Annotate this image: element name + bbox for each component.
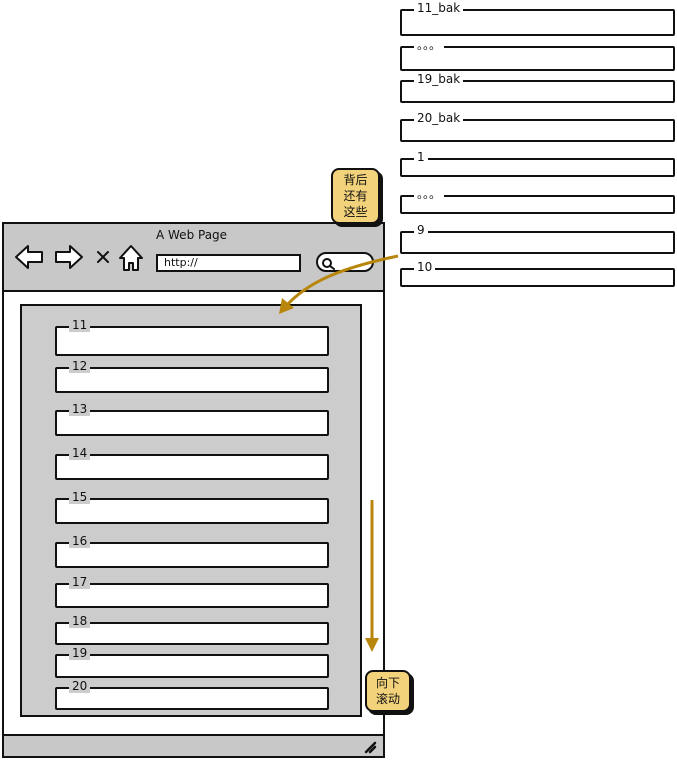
list-item: 13	[55, 402, 329, 436]
forward-arrow-icon[interactable]	[54, 244, 84, 270]
field-label: 10	[414, 260, 436, 274]
callout-behind: 背后 还有 这些	[331, 168, 380, 224]
close-icon[interactable]	[96, 250, 110, 264]
field-box	[400, 268, 675, 287]
field-label: 14	[69, 446, 91, 460]
url-input[interactable]: http://	[156, 254, 301, 272]
field-box	[55, 687, 329, 710]
list-item: 20	[55, 679, 329, 710]
list-item: 11	[55, 318, 329, 356]
list-item: 19	[55, 646, 329, 678]
list-item: 15	[55, 490, 329, 524]
field-box	[55, 410, 329, 436]
list-item: 16	[55, 534, 329, 568]
note-line: 向下	[375, 676, 400, 690]
field-label: 16	[69, 534, 91, 548]
list-item: 17	[55, 575, 329, 608]
field-box	[55, 622, 329, 645]
field-box	[55, 326, 329, 356]
field-label: 。。。	[414, 187, 445, 201]
offscreen-item: 11_bak	[400, 1, 675, 36]
browser-window: A Web Page http:// 11 12 13 14 15 16 17 …	[2, 222, 385, 758]
field-label: 20	[69, 679, 91, 693]
browser-toolbar: A Web Page http://	[4, 224, 383, 292]
resize-grip-icon[interactable]	[363, 739, 377, 758]
offscreen-item: 1	[400, 150, 675, 177]
field-label: 9	[414, 223, 428, 237]
field-label: 11_bak	[414, 1, 464, 15]
back-arrow-icon[interactable]	[14, 244, 44, 270]
field-label: 。。。	[414, 38, 445, 52]
field-label: 17	[69, 575, 91, 589]
home-icon[interactable]	[118, 244, 144, 272]
search-field[interactable]	[316, 252, 374, 272]
list-item: 18	[55, 614, 329, 645]
field-label: 13	[69, 402, 91, 416]
page-title: A Web Page	[156, 228, 228, 242]
callout-scroll: 向下 滚动	[365, 670, 411, 712]
offscreen-item: 19_bak	[400, 72, 675, 103]
list-item: 14	[55, 446, 329, 480]
offscreen-item: 20_bak	[400, 111, 675, 142]
field-label: 18	[69, 614, 91, 628]
offscreen-item: 。。。	[400, 38, 675, 71]
field-label: 19	[69, 646, 91, 660]
note-line: 滚动	[375, 692, 400, 706]
note-line: 背后	[343, 173, 368, 187]
field-box	[55, 654, 329, 678]
search-icon	[321, 256, 335, 275]
field-box	[55, 367, 329, 393]
content-panel[interactable]: 11 12 13 14 15 16 17 18 19 20	[20, 304, 362, 717]
field-box	[55, 498, 329, 524]
note-line: 还有	[343, 189, 368, 203]
offscreen-item: 9	[400, 223, 675, 254]
field-box	[400, 158, 675, 177]
field-label: 19_bak	[414, 72, 464, 86]
list-item: 12	[55, 359, 329, 393]
field-label: 12	[69, 359, 91, 373]
offscreen-item: 10	[400, 260, 675, 287]
field-box	[400, 231, 675, 254]
field-label: 11	[69, 318, 91, 332]
offscreen-item: 。。。	[400, 187, 675, 214]
field-label: 15	[69, 490, 91, 504]
field-label: 1	[414, 150, 428, 164]
field-box	[55, 583, 329, 608]
field-label: 20_bak	[414, 111, 464, 125]
field-box	[55, 454, 329, 480]
note-line: 这些	[343, 205, 368, 219]
field-box	[55, 542, 329, 568]
status-bar	[4, 734, 383, 756]
